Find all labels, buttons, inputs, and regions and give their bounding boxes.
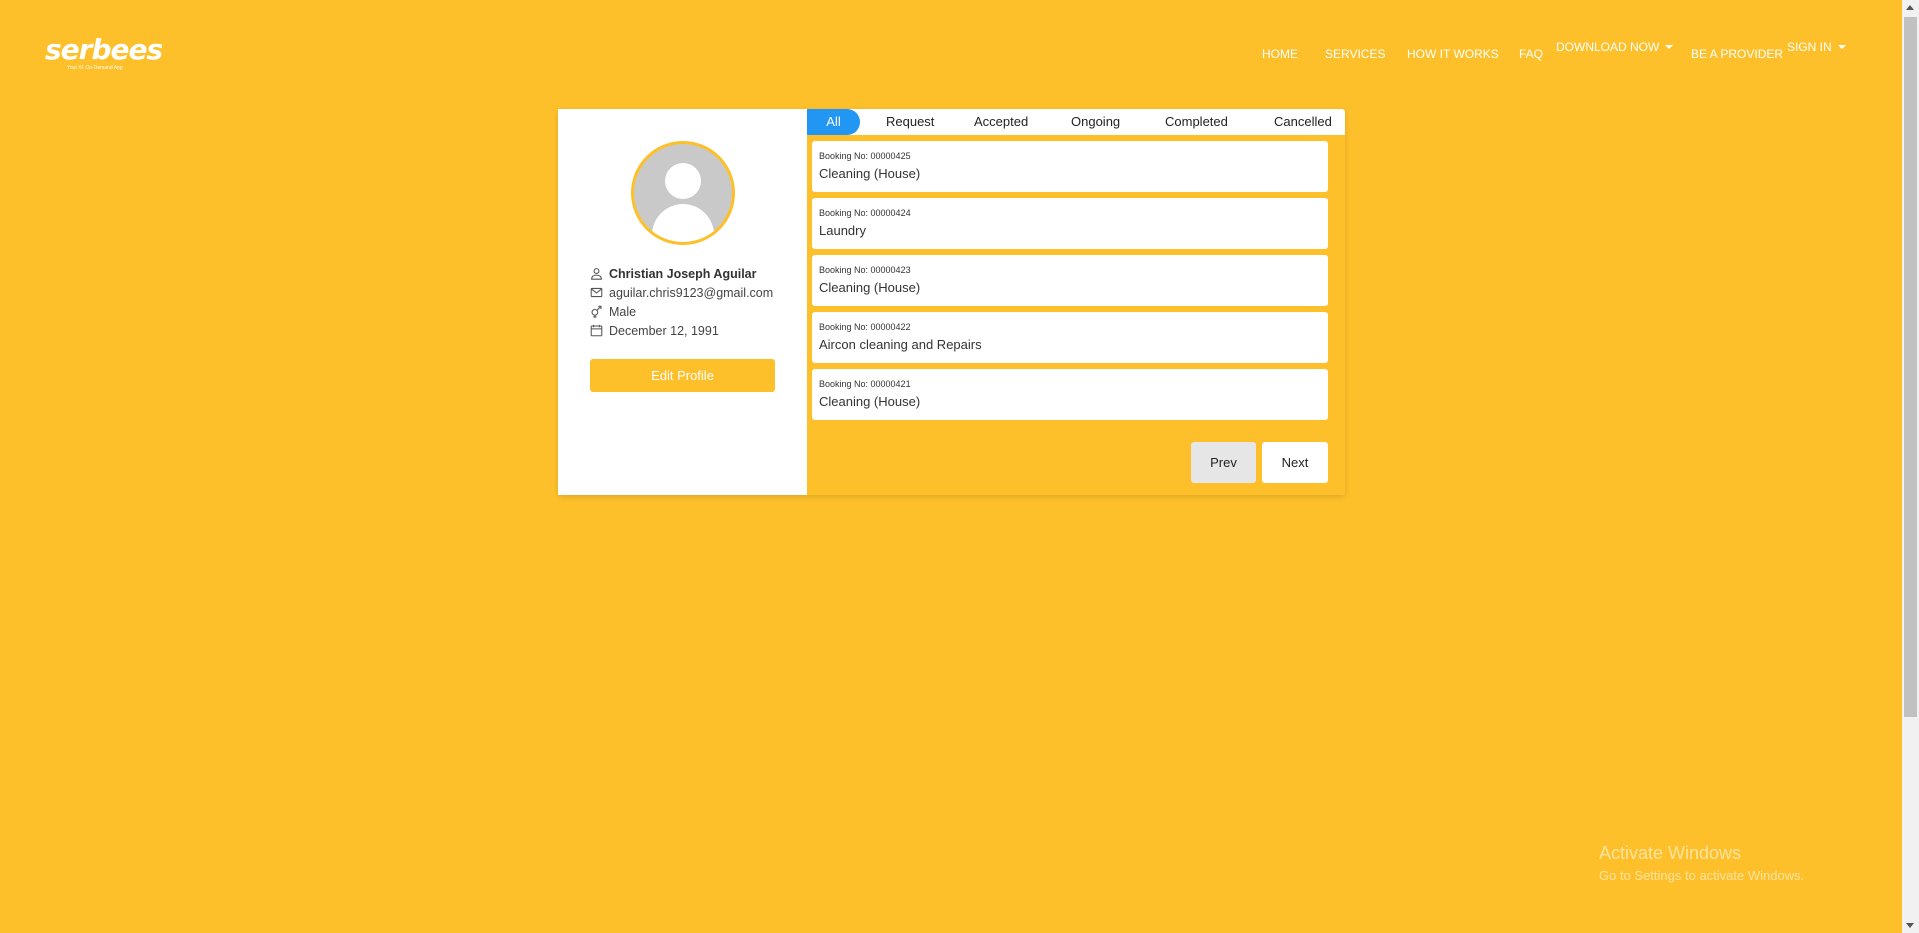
nav-home[interactable]: HOME — [1262, 47, 1298, 61]
avatar-body — [652, 204, 714, 242]
scroll-up-icon[interactable] — [1906, 5, 1914, 10]
scroll-down-icon[interactable] — [1906, 923, 1914, 928]
booking-service: Laundry — [819, 223, 866, 238]
avatar-head — [665, 163, 701, 199]
booking-number: Booking No: 00000421 — [819, 379, 911, 389]
booking-service: Aircon cleaning and Repairs — [819, 337, 982, 352]
user-icon — [591, 268, 602, 280]
nav-signin-dropdown[interactable]: SIGN IN — [1787, 40, 1846, 54]
tab-ongoing[interactable]: Ongoing — [1071, 109, 1120, 135]
booking-item[interactable]: Booking No: 00000425 Cleaning (House) — [812, 141, 1328, 192]
tab-cancelled[interactable]: Cancelled — [1274, 109, 1332, 135]
tab-completed[interactable]: Completed — [1165, 109, 1228, 135]
nav-how-it-works[interactable]: HOW IT WORKS — [1407, 47, 1499, 61]
gender-icon — [591, 305, 602, 318]
booking-service: Cleaning (House) — [819, 280, 921, 295]
profile-birthday-row: December 12, 1991 — [590, 321, 773, 340]
nav-services[interactable]: SERVICES — [1325, 47, 1385, 61]
page-scrollbar[interactable] — [1902, 0, 1919, 933]
booking-status-tabs: All Request Accepted Ongoing Completed C… — [807, 109, 1345, 135]
brand-name: serbees — [45, 33, 163, 66]
booking-number: Booking No: 00000422 — [819, 322, 911, 332]
profile-birthday: December 12, 1991 — [609, 323, 719, 338]
activate-windows-watermark: Activate Windows Go to Settings to activ… — [1599, 843, 1804, 883]
booking-number: Booking No: 00000425 — [819, 151, 911, 161]
booking-service: Cleaning (House) — [819, 394, 921, 409]
booking-item[interactable]: Booking No: 00000424 Laundry — [812, 198, 1328, 249]
profile-info: Christian Joseph Aguilar aguilar.chris91… — [590, 264, 773, 340]
profile-gender: Male — [609, 304, 637, 319]
booking-item[interactable]: Booking No: 00000422 Aircon cleaning and… — [812, 312, 1328, 363]
prev-page-button[interactable]: Prev — [1191, 442, 1256, 483]
profile-email: aguilar.chris9123@gmail.com — [609, 285, 774, 300]
bookings-panel: All Request Accepted Ongoing Completed C… — [807, 109, 1345, 495]
scrollbar-thumb[interactable] — [1904, 17, 1917, 717]
edit-profile-button[interactable]: Edit Profile — [590, 359, 775, 392]
booking-item[interactable]: Booking No: 00000421 Cleaning (House) — [812, 369, 1328, 420]
booking-list: Booking No: 00000425 Cleaning (House) Bo… — [812, 141, 1328, 426]
brand-logo[interactable]: serbees Your #1 On-Demand App — [45, 33, 163, 72]
profile-panel: Christian Joseph Aguilar aguilar.chris91… — [558, 109, 807, 495]
tab-accepted[interactable]: Accepted — [974, 109, 1028, 135]
envelope-icon — [590, 287, 603, 298]
nav-be-a-provider[interactable]: BE A PROVIDER — [1691, 47, 1783, 61]
booking-number: Booking No: 00000423 — [819, 265, 911, 275]
profile-gender-row: Male — [590, 302, 773, 321]
account-card: Christian Joseph Aguilar aguilar.chris91… — [558, 109, 1345, 495]
tab-request[interactable]: Request — [886, 109, 934, 135]
booking-item[interactable]: Booking No: 00000423 Cleaning (House) — [812, 255, 1328, 306]
booking-number: Booking No: 00000424 — [819, 208, 911, 218]
nav-faq[interactable]: FAQ — [1519, 47, 1543, 61]
profile-name-row: Christian Joseph Aguilar — [590, 264, 773, 283]
watermark-title: Activate Windows — [1599, 843, 1742, 863]
next-page-button[interactable]: Next — [1262, 442, 1328, 483]
calendar-icon — [590, 324, 603, 337]
nav-download-label: DOWNLOAD NOW — [1556, 40, 1660, 54]
nav-download-dropdown[interactable]: DOWNLOAD NOW — [1556, 40, 1674, 54]
brand-tagline: Your #1 On-Demand App — [67, 65, 123, 71]
profile-name: Christian Joseph Aguilar — [609, 266, 757, 281]
profile-email-row: aguilar.chris9123@gmail.com — [590, 283, 773, 302]
chevron-down-icon — [1665, 45, 1674, 49]
avatar — [631, 141, 735, 245]
nav-signin-label: SIGN IN — [1787, 40, 1832, 54]
booking-service: Cleaning (House) — [819, 166, 921, 181]
tab-all[interactable]: All — [807, 109, 860, 135]
chevron-down-icon — [1837, 45, 1846, 49]
watermark-subtitle: Go to Settings to activate Windows. — [1599, 868, 1805, 883]
